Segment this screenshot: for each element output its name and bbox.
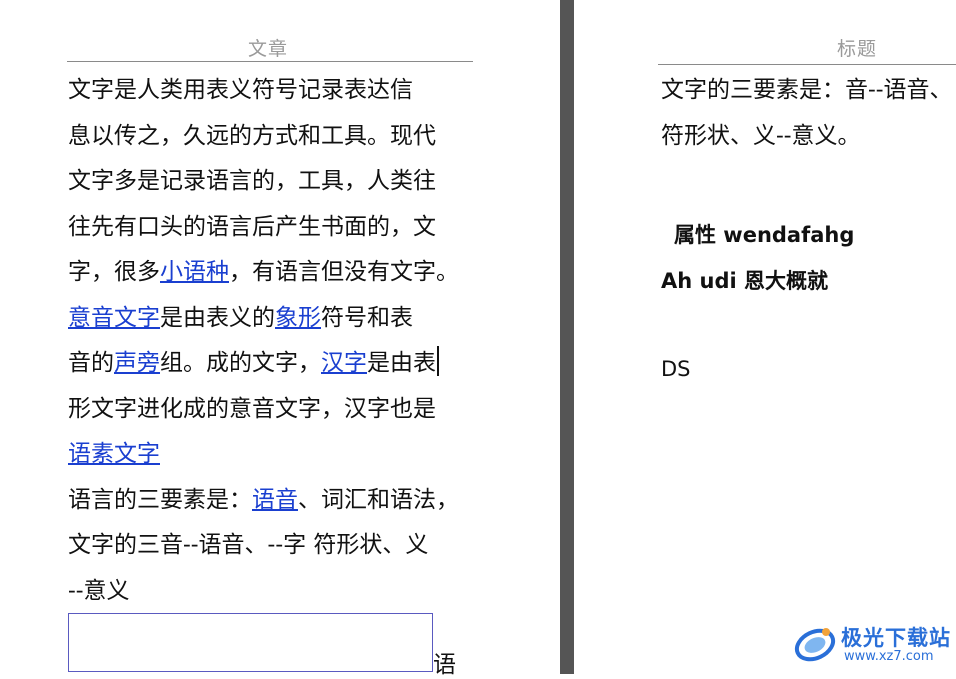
text-run: 往先有口头的语言后产生书面的，文 (68, 213, 436, 240)
aurora-logo-icon (794, 628, 836, 662)
text-run: 符号和表 (321, 304, 413, 331)
body-line: 文字的三要素是：音--语音、 (661, 77, 953, 103)
body-line: 文字的三音--语音、--字 符形状、义 (68, 523, 470, 569)
text-run: 是由表 (367, 350, 436, 376)
header-divider-right (658, 64, 956, 65)
text-run: 、词汇和语法， (298, 486, 459, 513)
text-run: 字，很多 (68, 259, 160, 285)
body-line: --意义 (68, 569, 470, 615)
plain-text-line: DS (661, 357, 691, 381)
body-line: 符形状、义--意义。 (661, 122, 861, 149)
text-run: 文字是人类用表义符号记录表达信 (68, 77, 413, 103)
site-watermark: 极光下载站 www.xz7.com (792, 618, 952, 670)
hyperlink[interactable]: 声旁 (114, 350, 160, 376)
text-run: --意义 (68, 577, 130, 604)
document-page-left[interactable]: 文章 文字是人类用表义符号记录表达信 息以传之，久远的方式和工具。现代 文字多是记录… (0, 0, 560, 678)
page-header-title-right: 标题 (837, 38, 878, 60)
body-line: 音的声旁组。成的文字，汉字是由表 (68, 341, 470, 387)
page-header-title: 文章 (248, 38, 289, 60)
body-line: 文字多是记录语言的，工具，人类往 (68, 159, 470, 205)
text-run: 形文字进化成的意音文字，汉字也是 (68, 395, 436, 422)
page-separator (560, 0, 574, 674)
body-line: 文字是人类用表义符号记录表达信 (68, 68, 470, 114)
body-line: 形文字进化成的意音文字，汉字也是 (68, 387, 470, 433)
text-run: 是由表义的 (160, 304, 275, 331)
text-cursor (437, 346, 439, 376)
body-line: 语言的三要素是：语音、词汇和语法， (68, 478, 470, 524)
document-page-right[interactable]: 标题 文字的三要素是：音--语音、 符形状、义--意义。 属性 wendafah… (574, 0, 956, 674)
bold-text-line: Ah udi 恩大概就 (661, 269, 829, 293)
header-divider (67, 61, 473, 62)
right-body-text[interactable]: 文字的三要素是：音--语音、 符形状、义--意义。 (661, 68, 956, 159)
text-run: 文字的三音--语音、--字 符形状、义 (68, 532, 429, 558)
body-line: 息以传之，久远的方式和工具。现代 (68, 114, 470, 160)
text-run: 组。成的文字， (160, 350, 321, 376)
text-run: 文字多是记录语言的，工具，人类往 (68, 168, 436, 194)
text-run: 音的 (68, 350, 114, 376)
text-run: 息以传之，久远的方式和工具。现代 (68, 122, 436, 149)
document-body-text[interactable]: 文字是人类用表义符号记录表达信 息以传之，久远的方式和工具。现代 文字多是记录语言的… (68, 68, 470, 614)
body-line: 字，很多小语种，有语言但没有文字。 (68, 250, 470, 296)
text-run: ，有语言但没有文字。 (229, 259, 459, 285)
hyperlink[interactable]: 意音文字 (68, 305, 160, 331)
body-line: 往先有口头的语言后产生书面的，文 (68, 205, 470, 251)
hyperlink[interactable]: 语素文字 (68, 441, 160, 467)
text-run: 语言的三要素是： (68, 486, 252, 513)
body-line: 意音文字是由表义的象形符号和表 (68, 296, 470, 342)
text-box-frame[interactable] (68, 613, 433, 672)
body-line: 语素文字 (68, 432, 470, 478)
hyperlink[interactable]: 小语种 (160, 259, 229, 285)
attribute-heading: 属性 wendafahg (674, 223, 855, 247)
hyperlink[interactable]: 语音 (252, 487, 298, 513)
hyperlink[interactable]: 汉字 (321, 350, 367, 376)
watermark-name: 极光下载站 (841, 626, 951, 650)
hyperlink[interactable]: 象形 (275, 305, 321, 331)
watermark-url: www.xz7.com (844, 649, 934, 664)
